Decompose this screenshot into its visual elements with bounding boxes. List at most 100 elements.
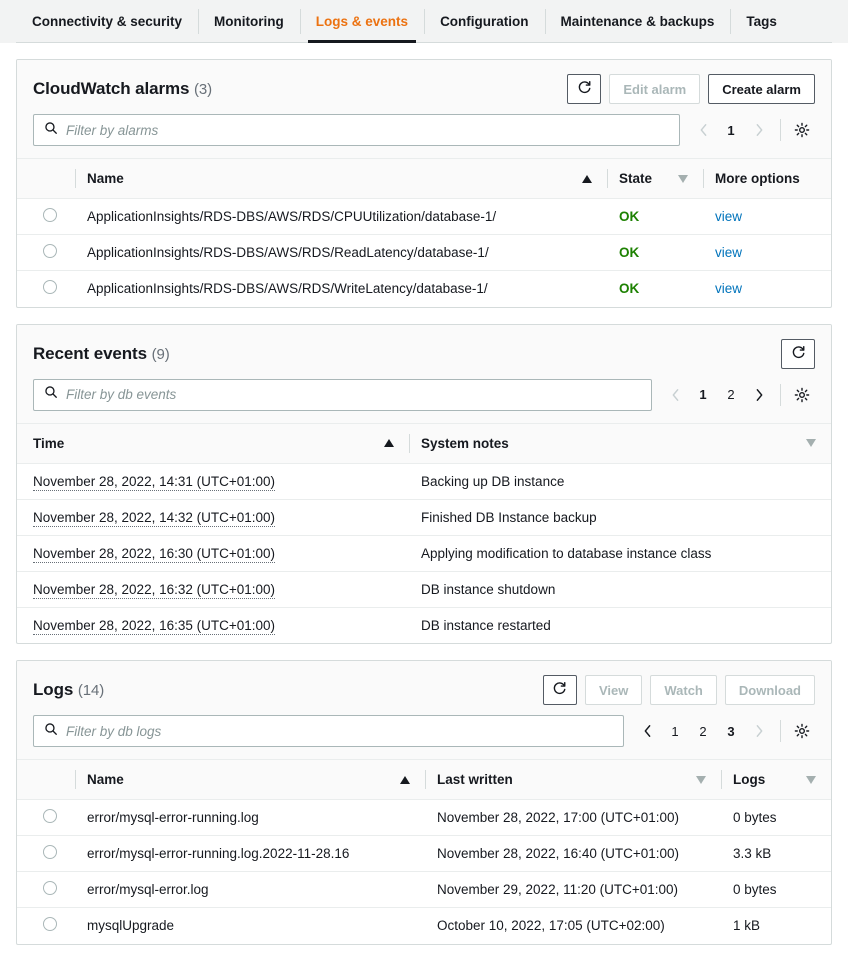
row-radio[interactable]	[43, 208, 57, 222]
events-search-input[interactable]: Filter by db events	[33, 379, 652, 411]
alarms-count: (3)	[194, 81, 212, 98]
row-radio[interactable]	[43, 917, 57, 931]
table-row[interactable]: ApplicationInsights/RDS-DBS/AWS/RDS/Read…	[17, 235, 831, 271]
page-button-1[interactable]: 1	[662, 717, 688, 745]
gear-icon[interactable]	[789, 717, 815, 745]
event-time-cell: November 28, 2022, 16:30 (UTC+01:00)	[17, 535, 409, 571]
table-row[interactable]: November 28, 2022, 14:32 (UTC+01:00) Fin…	[17, 499, 831, 535]
refresh-alarms-button[interactable]	[567, 74, 601, 104]
sort-ascending-icon[interactable]	[579, 175, 595, 183]
event-notes-cell: Finished DB Instance backup	[409, 499, 831, 535]
logs-search-input[interactable]: Filter by db logs	[33, 715, 624, 747]
log-size-cell: 0 bytes	[721, 872, 831, 908]
table-row[interactable]: ApplicationInsights/RDS-DBS/AWS/RDS/CPUU…	[17, 199, 831, 235]
logs-title: Logs (14)	[33, 680, 104, 700]
logs-col-name[interactable]: Name	[75, 760, 425, 800]
alarms-actions: Edit alarm Create alarm	[567, 74, 815, 104]
column-label: Logs	[733, 772, 765, 787]
log-size-cell: 1 kB	[721, 908, 831, 944]
page-button-1[interactable]: 1	[690, 381, 716, 409]
table-row[interactable]: error/mysql-error.log November 29, 2022,…	[17, 872, 831, 908]
download-log-button[interactable]: Download	[725, 675, 815, 705]
table-row[interactable]: error/mysql-error-running.log.2022-11-28…	[17, 836, 831, 872]
sort-descending-icon[interactable]	[803, 776, 819, 784]
tab-logs-and-events[interactable]: Logs & events	[300, 0, 424, 43]
sort-ascending-icon[interactable]	[381, 439, 397, 447]
tab-connectivity-and-security[interactable]: Connectivity & security	[16, 0, 198, 43]
row-radio[interactable]	[43, 845, 57, 859]
tab-monitoring[interactable]: Monitoring	[198, 0, 300, 43]
page-button-2[interactable]: 2	[690, 717, 716, 745]
prev-page-button[interactable]	[634, 717, 660, 745]
event-time-cell: November 28, 2022, 16:35 (UTC+01:00)	[17, 607, 409, 643]
logs-search-placeholder: Filter by db logs	[66, 724, 161, 739]
refresh-events-button[interactable]	[781, 339, 815, 369]
table-row[interactable]: November 28, 2022, 16:32 (UTC+01:00) DB …	[17, 571, 831, 607]
tab-maintenance-and-backups[interactable]: Maintenance & backups	[545, 0, 731, 43]
logs-filter-row: Filter by db logs 1 2 3	[33, 705, 815, 759]
logs-header: Logs (14) View	[17, 661, 831, 759]
next-page-button[interactable]	[746, 381, 772, 409]
row-select-cell[interactable]	[17, 235, 75, 271]
log-last-written-cell: November 29, 2022, 11:20 (UTC+01:00)	[425, 872, 721, 908]
tab-tags[interactable]: Tags	[730, 0, 793, 43]
table-row[interactable]: November 28, 2022, 16:35 (UTC+01:00) DB …	[17, 607, 831, 643]
row-select-cell[interactable]	[17, 872, 75, 908]
events-col-system-notes[interactable]: System notes	[409, 423, 831, 463]
column-label: More options	[715, 171, 800, 186]
table-row[interactable]: November 28, 2022, 16:30 (UTC+01:00) App…	[17, 535, 831, 571]
row-radio[interactable]	[43, 280, 57, 294]
table-row[interactable]: November 28, 2022, 14:31 (UTC+01:00) Bac…	[17, 463, 831, 499]
next-page-button[interactable]	[746, 116, 772, 144]
sort-descending-icon[interactable]	[693, 776, 709, 784]
alarm-state-cell: OK	[607, 271, 703, 307]
prev-page-button[interactable]	[690, 116, 716, 144]
row-select-cell[interactable]	[17, 836, 75, 872]
page-button-2[interactable]: 2	[718, 381, 744, 409]
event-time-value: November 28, 2022, 16:30 (UTC+01:00)	[33, 546, 275, 563]
edit-alarm-button[interactable]: Edit alarm	[609, 74, 700, 104]
alarm-name-cell: ApplicationInsights/RDS-DBS/AWS/RDS/Writ…	[75, 271, 607, 307]
logs-col-last-written[interactable]: Last written	[425, 760, 721, 800]
tab-bar: Connectivity & security Monitoring Logs …	[0, 0, 848, 43]
sort-descending-icon[interactable]	[675, 175, 691, 183]
table-row[interactable]: ApplicationInsights/RDS-DBS/AWS/RDS/Writ…	[17, 271, 831, 307]
next-page-button[interactable]	[746, 717, 772, 745]
table-row[interactable]: error/mysql-error-running.log November 2…	[17, 800, 831, 836]
column-label: State	[619, 171, 652, 186]
alarms-col-name[interactable]: Name	[75, 159, 607, 199]
events-col-time[interactable]: Time	[17, 423, 409, 463]
sort-ascending-icon[interactable]	[397, 776, 413, 784]
row-select-cell[interactable]	[17, 908, 75, 944]
row-select-cell[interactable]	[17, 271, 75, 307]
row-radio[interactable]	[43, 881, 57, 895]
page-button-3[interactable]: 3	[718, 717, 744, 745]
log-last-written-cell: November 28, 2022, 17:00 (UTC+01:00)	[425, 800, 721, 836]
tab-configuration[interactable]: Configuration	[424, 0, 544, 43]
gear-icon[interactable]	[789, 116, 815, 144]
gear-icon[interactable]	[789, 381, 815, 409]
row-select-cell[interactable]	[17, 199, 75, 235]
row-radio[interactable]	[43, 244, 57, 258]
watch-log-button[interactable]: Watch	[650, 675, 717, 705]
refresh-logs-button[interactable]	[543, 675, 577, 705]
status-badge: OK	[619, 245, 639, 260]
alarms-col-state[interactable]: State	[607, 159, 703, 199]
create-alarm-button[interactable]: Create alarm	[708, 74, 815, 104]
alarms-search-input[interactable]: Filter by alarms	[33, 114, 680, 146]
pagination-divider	[780, 119, 781, 141]
page-button-1[interactable]: 1	[718, 116, 744, 144]
view-link[interactable]: view	[715, 209, 742, 224]
row-select-cell[interactable]	[17, 800, 75, 836]
tab-label: Monitoring	[214, 14, 284, 29]
logs-col-logs-size[interactable]: Logs	[721, 760, 831, 800]
view-log-button[interactable]: View	[585, 675, 642, 705]
status-badge: OK	[619, 209, 639, 224]
prev-page-button[interactable]	[662, 381, 688, 409]
event-time-cell: November 28, 2022, 14:32 (UTC+01:00)	[17, 499, 409, 535]
view-link[interactable]: view	[715, 245, 742, 260]
sort-descending-icon[interactable]	[803, 439, 819, 447]
row-radio[interactable]	[43, 809, 57, 823]
view-link[interactable]: view	[715, 281, 742, 296]
table-row[interactable]: mysqlUpgrade October 10, 2022, 17:05 (UT…	[17, 908, 831, 944]
